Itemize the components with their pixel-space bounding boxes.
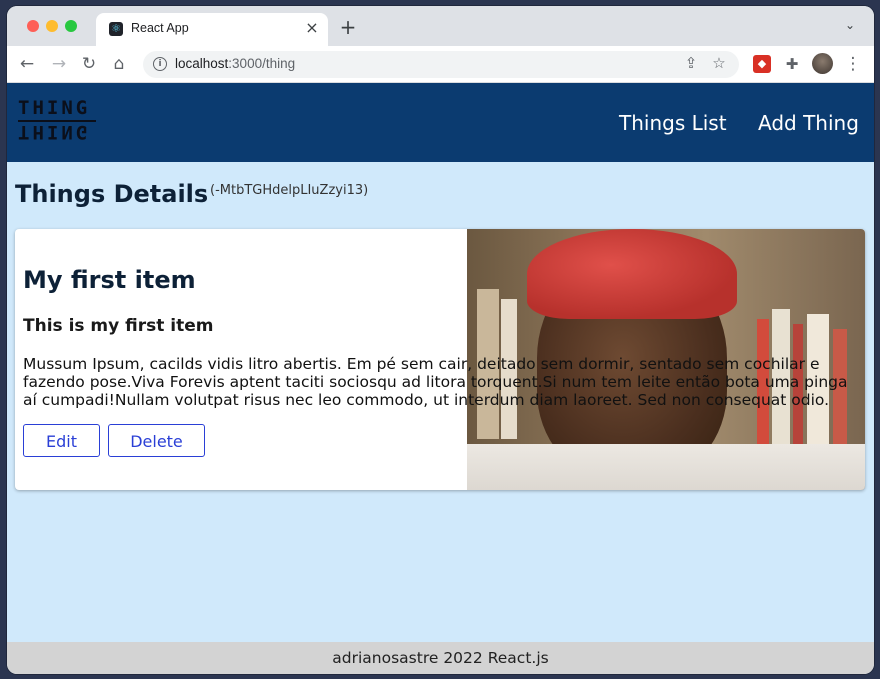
reload-icon[interactable]: ↻ <box>78 53 100 75</box>
page-title: Things Details <box>15 180 209 208</box>
maximize-window-button[interactable] <box>65 20 77 32</box>
item-description: Mussum Ipsum, cacilds vidis litro aberti… <box>23 355 848 409</box>
react-favicon-icon: ⚛ <box>109 22 123 36</box>
tab-strip: ⚛ React App × + ⌄ <box>7 6 874 46</box>
thing-id: (-MtbTGHdelpLIuZzyi13) <box>210 183 369 198</box>
footer: adrianosastre 2022 React.js <box>7 642 874 674</box>
browser-toolbar: ← → ↻ ⌂ i localhost:3000/thing ⇪ ☆ ◆ ✚ ⋮ <box>7 46 874 83</box>
new-tab-icon[interactable]: + <box>338 17 358 37</box>
extension-icon[interactable]: ◆ <box>753 55 771 73</box>
browser-tab[interactable]: ⚛ React App × <box>96 13 328 46</box>
thing-card: My first item This is my first item Muss… <box>15 229 865 490</box>
item-title: My first item <box>23 266 196 294</box>
url-text[interactable]: localhost:3000/thing <box>175 56 295 71</box>
bookmark-star-icon[interactable]: ☆ <box>709 54 729 72</box>
forward-arrow-icon[interactable]: → <box>48 53 70 75</box>
browser-window: ⚛ React App × + ⌄ ← → ↻ ⌂ i localhost:30… <box>7 6 874 674</box>
back-arrow-icon[interactable]: ← <box>16 53 38 75</box>
minimize-window-button[interactable] <box>46 20 58 32</box>
tab-close-icon[interactable]: × <box>303 19 321 37</box>
url-host: localhost <box>175 56 229 71</box>
edit-button[interactable]: Edit <box>23 424 100 457</box>
site-info-icon[interactable]: i <box>153 57 167 71</box>
url-path: :3000/thing <box>228 56 296 71</box>
photo-red-hat <box>527 229 737 319</box>
app-header: THING THING Things List Add Thing <box>7 83 874 162</box>
footer-text: adrianosastre 2022 React.js <box>332 649 549 667</box>
tab-search-chevron-icon[interactable]: ⌄ <box>845 18 855 32</box>
delete-button[interactable]: Delete <box>108 424 205 457</box>
logo-text-mirrored: THING <box>18 121 91 143</box>
nav-things-list[interactable]: Things List <box>619 111 727 135</box>
item-subtitle: This is my first item <box>23 316 214 336</box>
logo-text: THING <box>18 97 91 119</box>
home-icon[interactable]: ⌂ <box>108 53 130 75</box>
share-icon[interactable]: ⇪ <box>681 54 701 72</box>
kebab-menu-icon[interactable]: ⋮ <box>842 53 864 75</box>
tab-title: React App <box>131 21 189 35</box>
profile-avatar[interactable] <box>812 53 833 74</box>
extensions-puzzle-icon[interactable]: ✚ <box>781 53 803 75</box>
close-window-button[interactable] <box>27 20 39 32</box>
nav-add-thing[interactable]: Add Thing <box>758 111 859 135</box>
photo-shirt <box>467 444 865 490</box>
thing-logo[interactable]: THING THING <box>18 97 98 147</box>
address-bar[interactable]: i localhost:3000/thing ⇪ ☆ <box>143 51 739 78</box>
